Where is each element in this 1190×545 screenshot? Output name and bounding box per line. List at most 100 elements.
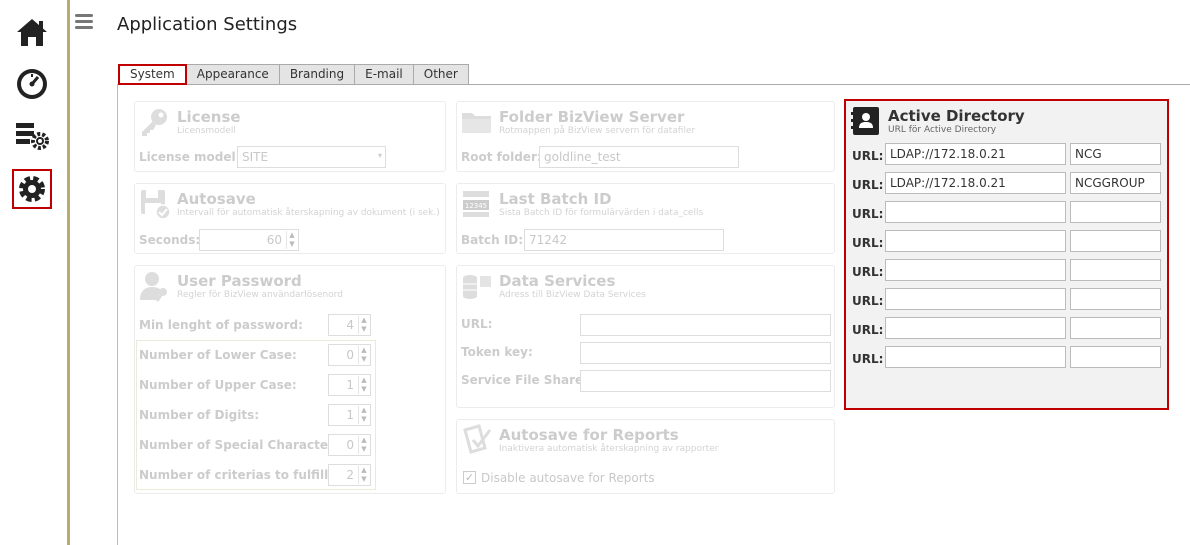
autosave-reports-subtitle: Inaktivera automatisk återskapning av ra…	[499, 444, 719, 454]
menu-toggle-icon[interactable]	[75, 14, 93, 30]
seconds-label: Seconds:	[139, 233, 201, 247]
ad-url-label: URL:	[852, 207, 884, 221]
key-icon	[142, 109, 167, 136]
user-password-title: User Password	[177, 272, 302, 290]
svg-text:12345: 12345	[465, 202, 487, 210]
tab-appearance[interactable]: Appearance	[186, 64, 280, 85]
ad-domain-input[interactable]: NCG	[1070, 143, 1161, 165]
ad-url-input[interactable]: LDAP://172.18.0.21	[885, 172, 1066, 194]
token-key-input[interactable]	[580, 342, 831, 364]
min-length-value: 4	[346, 318, 354, 332]
batch-id-panel: 12345 Last Batch ID Sista Batch ID för f…	[456, 183, 835, 254]
autosave-reports-title: Autosave for Reports	[499, 426, 679, 444]
ad-url-input[interactable]	[885, 346, 1066, 368]
criterias-value: 2	[346, 468, 354, 482]
tab-other[interactable]: Other	[413, 64, 469, 85]
tab-email[interactable]: E-mail	[355, 64, 414, 85]
ad-url-label: URL:	[852, 323, 884, 337]
active-directory-panel: Active Directory URL för Active Director…	[844, 99, 1169, 410]
license-model-label: License model:	[139, 150, 241, 164]
special-chars-stepper[interactable]: 0 ▲ ▼	[328, 434, 371, 456]
ad-url-input[interactable]	[885, 259, 1066, 281]
service-file-share-input[interactable]	[580, 370, 831, 392]
lower-case-stepper[interactable]: 0 ▲ ▼	[328, 344, 371, 366]
stepper-arrows-icon[interactable]: ▲ ▼	[286, 231, 297, 249]
batch-id-title: Last Batch ID	[499, 190, 612, 208]
license-panel: License Licensmodell License model: SITE…	[134, 101, 446, 172]
root-folder-input[interactable]: goldline_test	[539, 146, 739, 168]
stepper-arrows-icon[interactable]: ▲ ▼	[358, 436, 369, 454]
data-services-title: Data Services	[499, 272, 616, 290]
ad-domain-input[interactable]	[1070, 259, 1161, 281]
ad-url-label: URL:	[852, 265, 884, 279]
folder-server-panel: Folder BizView Server Rotmappen på BizVi…	[456, 101, 835, 172]
contact-book-icon	[851, 107, 879, 135]
stepper-arrows-icon[interactable]: ▲ ▼	[358, 406, 369, 424]
stepper-arrows-icon[interactable]: ▲ ▼	[358, 466, 369, 484]
ad-domain-input[interactable]	[1070, 346, 1161, 368]
ad-url-label: URL:	[852, 294, 884, 308]
root-folder-label: Root folder:	[461, 150, 542, 164]
disable-autosave-checkbox[interactable]: ✓	[463, 471, 476, 484]
ad-url-label: URL:	[852, 178, 884, 192]
batch-id-input[interactable]: 71242	[524, 229, 724, 251]
tab-branding[interactable]: Branding	[279, 64, 356, 85]
ad-url-input[interactable]	[885, 288, 1066, 310]
special-chars-value: 0	[346, 438, 354, 452]
dashboard-gauge-icon[interactable]	[14, 66, 50, 102]
special-chars-label: Number of Special Characters:	[139, 438, 346, 452]
floppy-check-icon	[141, 190, 171, 220]
ad-url-input[interactable]	[885, 230, 1066, 252]
stepper-arrows-icon[interactable]: ▲ ▼	[358, 346, 369, 364]
lower-case-value: 0	[346, 348, 354, 362]
home-icon[interactable]	[14, 14, 50, 50]
lower-case-label: Number of Lower Case:	[139, 348, 297, 362]
criterias-stepper[interactable]: 2 ▲ ▼	[328, 464, 371, 486]
seconds-stepper[interactable]: 60 ▲ ▼	[199, 229, 299, 251]
ad-domain-input[interactable]	[1070, 230, 1161, 252]
license-subtitle: Licensmodell	[177, 126, 236, 136]
autosave-subtitle: Intervall för automatisk återskapning av…	[177, 208, 440, 218]
ad-domain-input[interactable]	[1070, 288, 1161, 310]
min-length-stepper[interactable]: 4 ▲ ▼	[328, 314, 371, 336]
user-password-panel: User Password Regler för BizView använda…	[134, 265, 446, 494]
folder-icon	[462, 113, 491, 133]
server-settings-icon[interactable]	[14, 118, 50, 154]
criterias-label: Number of criterias to fulfill:	[139, 468, 333, 482]
ad-url-input[interactable]: LDAP://172.18.0.21	[885, 143, 1066, 165]
database-icon	[463, 275, 491, 299]
ad-url-input[interactable]	[885, 317, 1066, 339]
digits-stepper[interactable]: 1 ▲ ▼	[328, 404, 371, 426]
ad-url-label: URL:	[852, 236, 884, 250]
batch-number-icon: 12345	[463, 191, 489, 217]
gear-icon[interactable]	[12, 169, 52, 209]
license-title: License	[177, 108, 241, 126]
tabs-divider	[450, 84, 1190, 85]
data-services-url-input[interactable]	[580, 314, 831, 336]
active-directory-title: Active Directory	[888, 107, 1025, 125]
upper-case-stepper[interactable]: 1 ▲ ▼	[328, 374, 371, 396]
autosave-panel: Autosave Intervall för automatisk återsk…	[134, 183, 446, 254]
settings-tabs: System Appearance Branding E-mail Other	[118, 64, 469, 85]
tab-system[interactable]: System	[118, 64, 187, 85]
ad-domain-input[interactable]: NCGGROUP	[1070, 172, 1161, 194]
autosave-reports-panel: Autosave for Reports Inaktivera automati…	[456, 419, 835, 494]
ad-domain-input[interactable]	[1070, 317, 1161, 339]
ad-url-input[interactable]	[885, 201, 1066, 223]
min-length-label: Min lenght of password:	[139, 318, 303, 332]
sidebar-divider	[67, 0, 70, 545]
ad-domain-input[interactable]	[1070, 201, 1161, 223]
service-file-share-label: Service File Share:	[461, 373, 588, 387]
data-services-panel: Data Services Adress till BizView Data S…	[456, 265, 835, 408]
user-key-icon	[140, 272, 167, 302]
license-model-select[interactable]: SITE ▾	[237, 146, 386, 168]
batch-id-subtitle: Sista Batch ID för formulärvärden i data…	[499, 208, 704, 218]
license-model-value: SITE	[242, 150, 269, 164]
folder-server-title: Folder BizView Server	[499, 108, 685, 126]
user-password-subtitle: Regler för BizView användarlösenord	[177, 290, 343, 300]
stepper-arrows-icon[interactable]: ▲ ▼	[358, 376, 369, 394]
chevron-down-icon: ▾	[377, 151, 382, 160]
upper-case-label: Number of Upper Case:	[139, 378, 297, 392]
stepper-arrows-icon[interactable]: ▲ ▼	[358, 316, 369, 334]
autosave-title: Autosave	[177, 190, 256, 208]
